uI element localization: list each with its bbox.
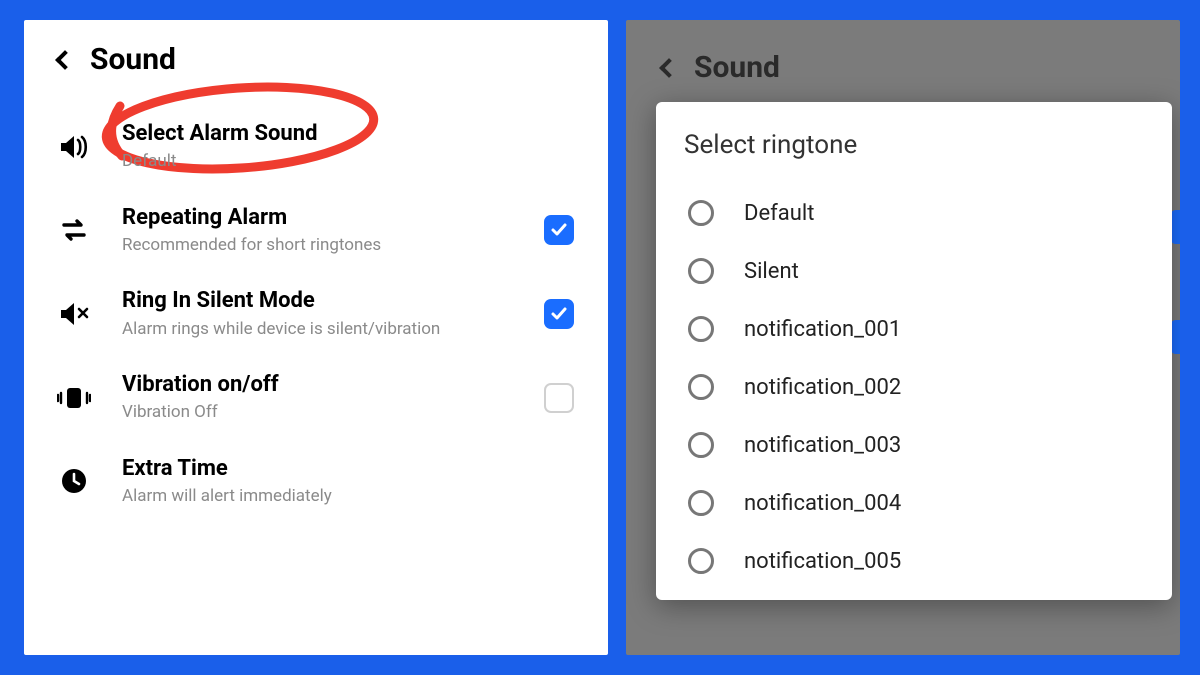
back-icon[interactable]: [55, 50, 75, 70]
row-title: Extra Time: [122, 456, 574, 482]
row-sub: Vibration Off: [122, 402, 516, 423]
repeat-icon: [54, 217, 94, 243]
ringtone-option[interactable]: notification_003: [684, 416, 1144, 474]
dialog-title: Select ringtone: [684, 130, 1144, 160]
radio-icon: [688, 258, 714, 284]
radio-icon: [688, 548, 714, 574]
row-vibration[interactable]: Vibration on/off Vibration Off: [52, 356, 582, 440]
row-repeating-alarm[interactable]: Repeating Alarm Recommended for short ri…: [52, 189, 582, 273]
row-extra-time[interactable]: Extra Time Alarm will alert immediately: [52, 440, 582, 524]
option-label: notification_003: [744, 433, 901, 458]
ringtone-option[interactable]: notification_002: [684, 358, 1144, 416]
header: Sound: [52, 42, 582, 77]
mute-icon: [54, 299, 94, 329]
ringtone-option[interactable]: notification_005: [684, 532, 1144, 590]
ringtone-option[interactable]: Default: [684, 184, 1144, 242]
volume-icon: [54, 132, 94, 162]
option-label: notification_002: [744, 375, 901, 400]
checkbox-repeating[interactable]: [544, 215, 574, 245]
row-title: Select Alarm Sound: [122, 121, 574, 147]
row-title: Vibration on/off: [122, 372, 516, 398]
row-sub: Recommended for short ringtones: [122, 235, 516, 256]
checkbox-ring-silent[interactable]: [544, 299, 574, 329]
radio-icon: [688, 374, 714, 400]
back-icon: [659, 58, 679, 78]
row-sub: Default: [122, 151, 574, 172]
page-title: Sound: [694, 50, 780, 85]
option-label: Default: [744, 201, 814, 226]
row-ring-silent-mode[interactable]: Ring In Silent Mode Alarm rings while de…: [52, 272, 582, 356]
row-title: Ring In Silent Mode: [122, 288, 516, 314]
header-dimmed: Sound: [626, 20, 1180, 93]
ringtone-option[interactable]: Silent: [684, 242, 1144, 300]
ringtone-option[interactable]: notification_004: [684, 474, 1144, 532]
option-label: notification_004: [744, 491, 901, 516]
clock-icon: [54, 467, 94, 495]
sound-settings-panel: Sound Select Alarm Sound Default Repeati…: [24, 20, 608, 655]
row-select-alarm-sound[interactable]: Select Alarm Sound Default: [52, 105, 582, 189]
row-sub: Alarm will alert immediately: [122, 486, 574, 507]
vibrate-icon: [54, 385, 94, 411]
radio-icon: [688, 316, 714, 342]
option-label: Silent: [744, 259, 799, 284]
radio-icon: [688, 490, 714, 516]
row-sub: Alarm rings while device is silent/vibra…: [122, 319, 516, 340]
ringtone-option[interactable]: notification_001: [684, 300, 1144, 358]
option-label: notification_005: [744, 549, 901, 574]
ringtone-select-panel: Sound Select ringtone Default Silent not…: [626, 20, 1180, 655]
radio-icon: [688, 432, 714, 458]
row-title: Repeating Alarm: [122, 205, 516, 231]
select-ringtone-dialog: Select ringtone Default Silent notificat…: [656, 102, 1172, 600]
page-title: Sound: [90, 42, 176, 77]
option-label: notification_001: [744, 317, 901, 342]
radio-icon: [688, 200, 714, 226]
checkbox-vibration[interactable]: [544, 383, 574, 413]
